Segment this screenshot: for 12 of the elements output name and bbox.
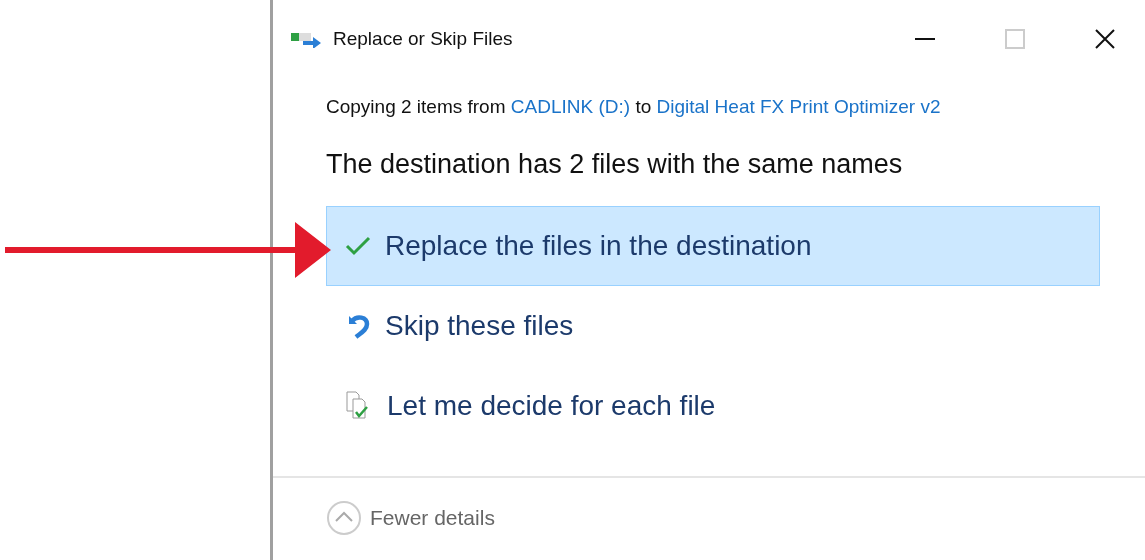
chevron-circle-icon (326, 500, 362, 536)
source-link[interactable]: CADLINK (D:) (510, 96, 631, 117)
option-button[interactable]: Replace the files in the destination (326, 206, 1100, 286)
destination-link[interactable]: Digital Heat FX Print Optimizer v2 (656, 96, 941, 117)
check-icon (345, 235, 371, 257)
option-button[interactable]: Let me decide for each file (326, 366, 1100, 446)
details-toggle[interactable]: Fewer details (326, 500, 495, 536)
conflict-heading: The destination has 2 files with the same names (326, 147, 904, 181)
close-icon (1095, 29, 1115, 49)
copy-summary: Copying 2 items from CADLINK (D:) to Digital Heat FX Print Optimizer v2 (326, 95, 942, 119)
option-button[interactable]: Skip these files (326, 286, 1100, 366)
window-title: Replace or Skip Files (333, 26, 513, 51)
